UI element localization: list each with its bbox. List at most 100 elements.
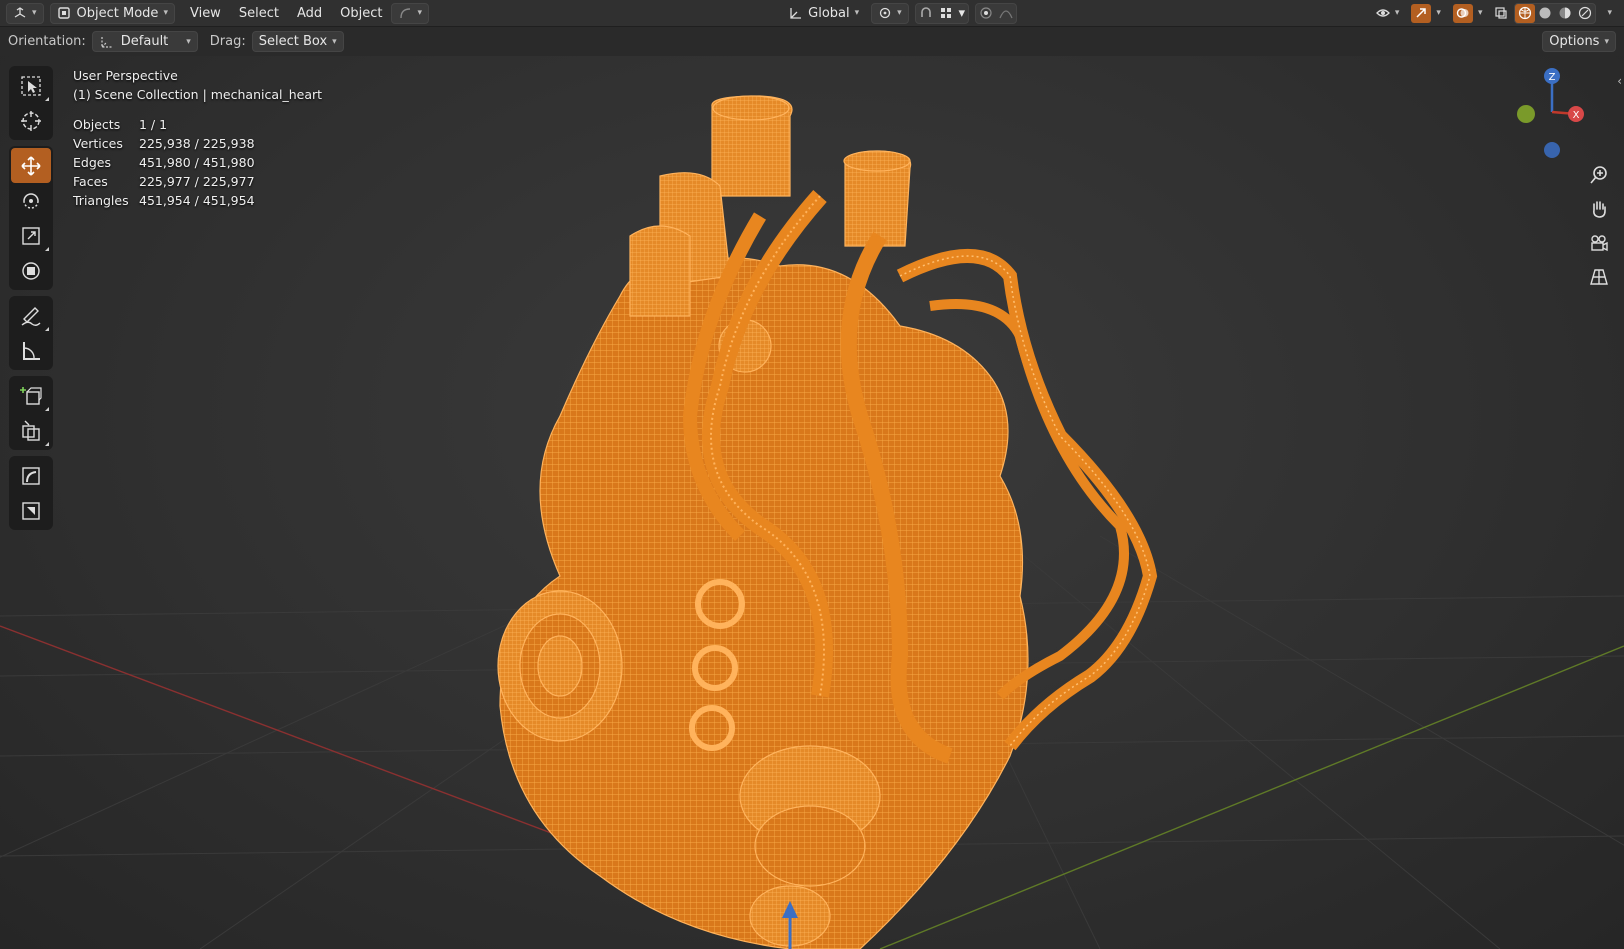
chevron-down-icon[interactable]: ▾	[956, 4, 968, 23]
visibility-dropdown[interactable]: ▾	[1370, 3, 1406, 24]
gizmo-neg-z-handle	[1544, 142, 1560, 158]
annotate-tool[interactable]	[11, 298, 51, 333]
chevron-down-icon: ▾	[1607, 8, 1612, 18]
snap-toggle-icon[interactable]	[916, 4, 936, 23]
proportional-edit-icon[interactable]	[976, 4, 996, 23]
add-object-tool[interactable]	[11, 413, 51, 448]
move-tool[interactable]	[11, 148, 51, 183]
3d-viewport[interactable]: User Perspective (1) Scene Collection | …	[0, 56, 1624, 949]
gizmo-toggle[interactable]: ▾	[1405, 3, 1447, 24]
transform-orientation-dropdown[interactable]: Global ▾	[782, 3, 865, 24]
editor-type-button[interactable]: ▾	[6, 2, 44, 24]
falloff-curve-icon[interactable]	[996, 4, 1016, 23]
measure-icon	[23, 341, 40, 360]
menu-add[interactable]: Add	[288, 3, 331, 24]
snap-group: ▾	[914, 2, 969, 24]
perspective-toggle-button[interactable]	[1584, 260, 1614, 294]
scale-tool[interactable]	[11, 218, 51, 253]
add-object-icon	[22, 420, 40, 441]
stat-value: 1 / 1	[139, 117, 168, 132]
zoom-button[interactable]	[1584, 158, 1614, 192]
corner-indicator	[45, 97, 49, 101]
chevron-down-icon: ▾	[163, 8, 168, 18]
move-icon	[21, 155, 41, 176]
menu-view[interactable]: View	[181, 3, 230, 24]
rotate-tool[interactable]	[11, 183, 51, 218]
view-name: User Perspective	[73, 68, 178, 83]
tool-group-select	[9, 66, 53, 140]
corner-indicator	[45, 442, 49, 446]
grid-perspective-icon	[1590, 269, 1608, 285]
pan-button[interactable]	[1584, 192, 1614, 226]
options-label: Options	[1549, 34, 1600, 49]
corner-indicator	[45, 327, 49, 331]
rotate-icon	[23, 192, 39, 209]
snap-increment-icon[interactable]	[936, 4, 956, 23]
chevron-down-icon: ▾	[1477, 8, 1483, 18]
orientation-icon	[101, 36, 112, 48]
stat-label: Faces	[73, 174, 108, 189]
menu-object[interactable]: Object	[331, 3, 391, 24]
3d-viewport-icon	[14, 7, 26, 18]
select-box-tool[interactable]	[11, 68, 51, 103]
shear-icon	[22, 466, 40, 485]
wireframe-shading-icon[interactable]	[1515, 3, 1536, 23]
xray-icon	[1495, 7, 1508, 19]
zoom-icon	[1590, 166, 1607, 184]
gizmo-shading-dropdown[interactable]: ▾	[391, 2, 429, 24]
tool-group-transform	[9, 146, 53, 290]
viewport-info-overlay: User Perspective (1) Scene Collection | …	[73, 66, 322, 210]
add-cube-tool[interactable]	[11, 378, 51, 413]
stat-value: 225,977 / 225,977	[139, 174, 255, 189]
navigation-gizmo[interactable]: Z X	[1508, 62, 1598, 162]
proportional-edit-group	[974, 2, 1017, 24]
options-dropdown[interactable]: Options ▾	[1542, 31, 1616, 52]
overlays-toggle[interactable]: ▾	[1447, 3, 1489, 24]
gizmo-x-label: X	[1573, 110, 1580, 121]
menu-select[interactable]: Select	[230, 3, 288, 24]
chevron-down-icon: ▾	[417, 8, 422, 18]
mode-label: Object Mode	[76, 5, 159, 21]
tool-header: Orientation: Default ▾ Drag: Select Box …	[0, 27, 1624, 56]
shear-tool[interactable]	[11, 458, 51, 493]
shrink-tool[interactable]	[11, 493, 51, 528]
chevron-down-icon: ▾	[186, 36, 191, 47]
tool-group-annotate	[9, 296, 53, 370]
material-shading-icon[interactable]	[1555, 4, 1575, 23]
chevron-down-icon: ▾	[897, 8, 902, 18]
chevron-down-icon: ▾	[1604, 36, 1609, 47]
chevron-down-icon: ▾	[1436, 8, 1441, 18]
overlays-icon	[1452, 3, 1473, 23]
stat-label: Triangles	[73, 193, 129, 208]
toolbar	[9, 66, 53, 536]
drag-dropdown[interactable]: Select Box ▾	[251, 31, 344, 52]
transform-tool[interactable]	[11, 253, 51, 288]
xray-toggle[interactable]	[1488, 3, 1514, 24]
cursor-tool[interactable]	[11, 103, 51, 138]
camera-icon	[1591, 235, 1608, 252]
chevron-down-icon: ▾	[854, 8, 860, 18]
shading-options-dropdown[interactable]: ▾	[1596, 3, 1618, 24]
sidebar-toggle-icon[interactable]: ‹	[1617, 74, 1622, 88]
transform-icon	[22, 261, 40, 280]
orientation-dropdown[interactable]: Default ▾	[91, 31, 198, 52]
stat-value: 451,954 / 451,954	[139, 193, 255, 208]
mechanical-heart-mesh	[497, 95, 1158, 949]
gizmo-y-handle	[1517, 105, 1535, 123]
mode-dropdown[interactable]: Object Mode ▾	[49, 2, 175, 24]
pivot-point-dropdown[interactable]: ▾	[871, 2, 909, 24]
stat-label: Edges	[73, 155, 111, 170]
solid-shading-icon[interactable]	[1535, 4, 1555, 23]
drag-field-label: Drag:	[209, 34, 246, 49]
drag-value: Select Box	[258, 34, 328, 49]
annotate-icon	[21, 306, 41, 326]
camera-view-button[interactable]	[1584, 226, 1614, 260]
viewport-header: ▾ Object Mode ▾ View Select Add Object ▾…	[0, 0, 1624, 27]
rendered-shading-icon[interactable]	[1575, 4, 1595, 23]
shading-mode-group	[1514, 2, 1597, 24]
add-cube-icon	[20, 386, 42, 405]
measure-tool[interactable]	[11, 333, 51, 368]
corner-indicator	[45, 407, 49, 411]
scene-statistics: Objects 1 / 1 Vertices 225,938 / 225,938…	[73, 115, 322, 210]
gizmo-z-label: Z	[1549, 72, 1556, 83]
